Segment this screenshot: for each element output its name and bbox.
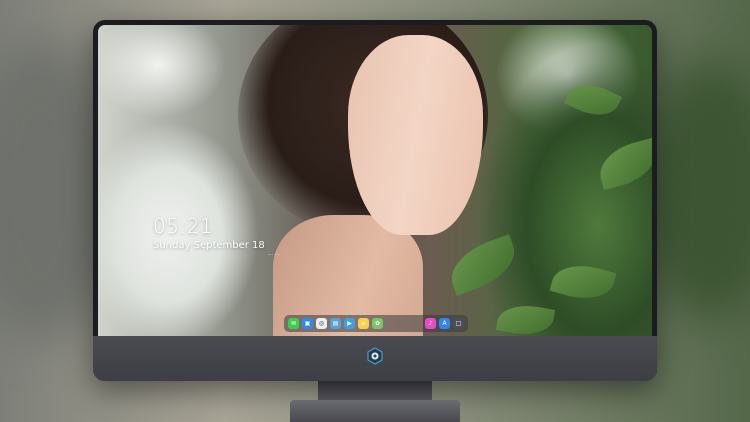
desktop-stage: 05:21 Sunday September 18 … … ✉ ▣ ◎ ▤ ▶ ≡ ✿ ♪ A □ — [0, 0, 750, 422]
brand-logo-icon — [367, 347, 383, 365]
messages-icon[interactable]: ✉ — [288, 318, 299, 329]
clock-date: Sunday September 18 — [153, 240, 265, 251]
monitor-icon[interactable]: □ — [453, 318, 464, 329]
wallpaper-leaf — [443, 234, 523, 296]
monitor: 05:21 Sunday September 18 … … ✉ ▣ ◎ ▤ ▶ ≡ ✿ ♪ A □ — [93, 20, 657, 381]
preview-icon[interactable]: ▤ — [330, 318, 341, 329]
safari-icon[interactable]: ◎ — [316, 318, 327, 329]
dock: ✉ ▣ ◎ ▤ ▶ ≡ ✿ ♪ A □ — [284, 315, 468, 332]
wallpaper-leaf — [495, 300, 556, 336]
wallpaper-leaf — [549, 257, 617, 307]
clock-extra-text: … … — [268, 251, 280, 257]
notes-icon[interactable]: ≡ — [358, 318, 369, 329]
clock-time: 05:21 — [153, 214, 214, 238]
wallpaper-leaf — [594, 137, 652, 191]
photos-icon[interactable]: ✿ — [372, 318, 383, 329]
monitor-stand-base — [290, 400, 460, 422]
wallpaper-face — [348, 35, 483, 235]
finder-icon[interactable]: ▣ — [302, 318, 313, 329]
music-icon[interactable]: ♪ — [425, 318, 436, 329]
appstore-icon[interactable]: A — [439, 318, 450, 329]
lockscreen[interactable]: 05:21 Sunday September 18 … … ✉ ▣ ◎ ▤ ▶ ≡ ✿ ♪ A □ — [98, 25, 652, 336]
wallpaper-leaf — [564, 75, 622, 125]
monitor-chin — [93, 336, 657, 381]
video-icon[interactable]: ▶ — [344, 318, 355, 329]
lockscreen-clock: 05:21 Sunday September 18 — [153, 215, 265, 253]
